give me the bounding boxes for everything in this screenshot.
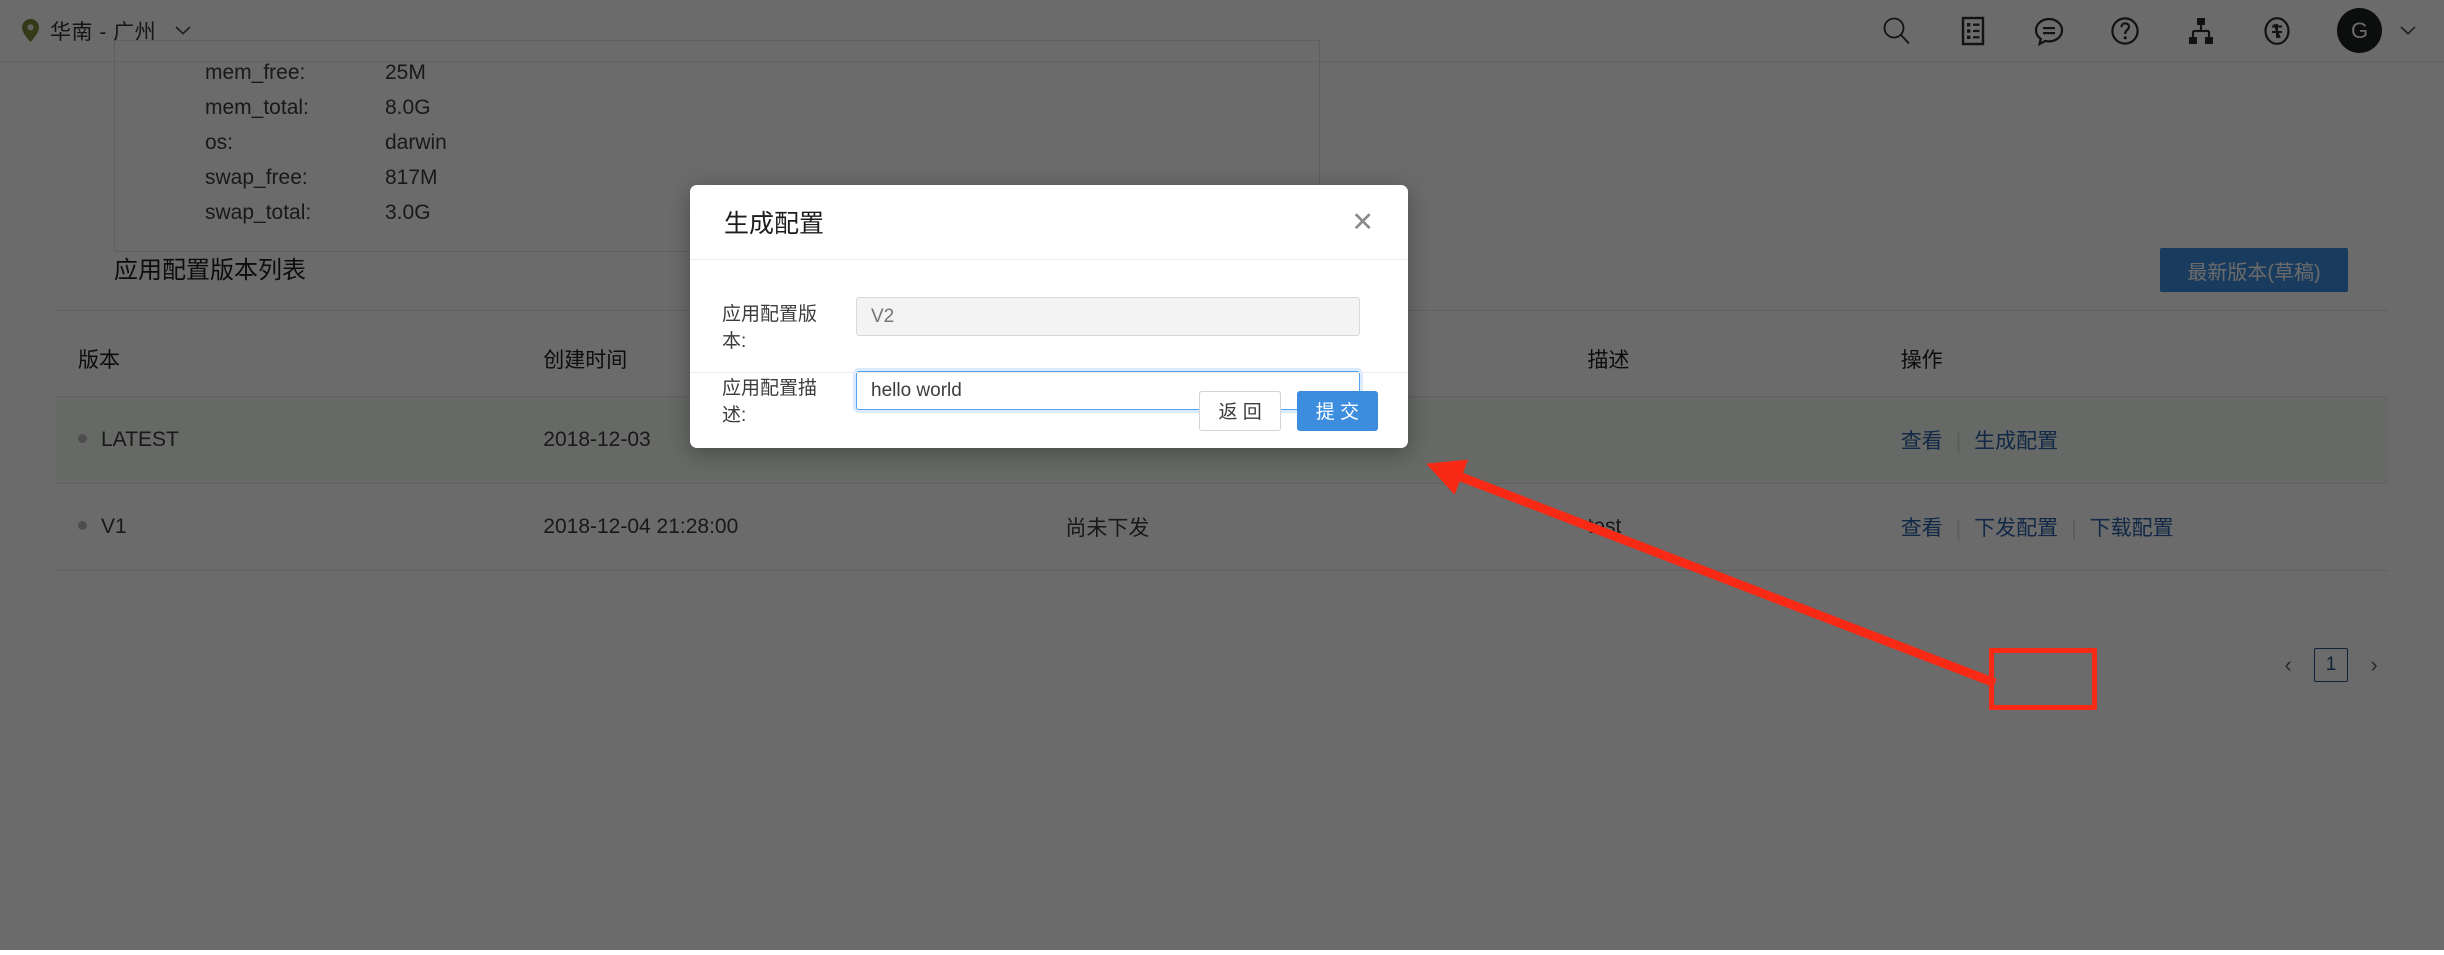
close-icon[interactable]: ✕	[1351, 209, 1374, 236]
app-config-version-input[interactable]	[856, 297, 1360, 336]
field-label-version: 应用配置版本:	[722, 297, 832, 355]
dialog-header: 生成配置 ✕	[690, 185, 1408, 260]
dialog-footer: 返 回 提 交	[690, 372, 1408, 448]
dialog-title: 生成配置	[724, 204, 824, 240]
field-control-version	[856, 297, 1360, 355]
submit-button[interactable]: 提 交	[1297, 391, 1378, 431]
back-button[interactable]: 返 回	[1199, 391, 1280, 431]
modal-overlay[interactable]	[0, 0, 2444, 950]
generate-config-dialog: 生成配置 ✕ 应用配置版本: 应用配置描述: 返 回 提 交	[690, 185, 1408, 448]
form-row-version: 应用配置版本:	[722, 297, 1360, 355]
